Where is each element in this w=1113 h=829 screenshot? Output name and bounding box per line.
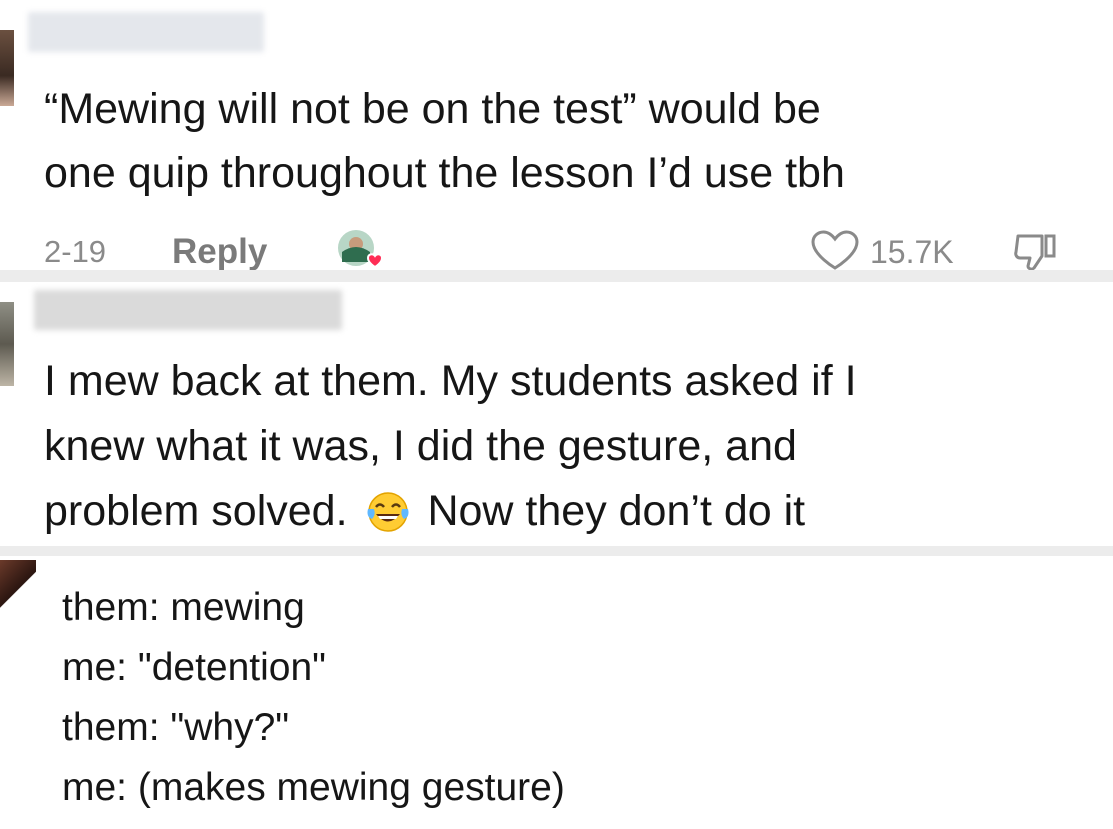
avatar[interactable]: [0, 560, 36, 610]
comment-text-line: problem solved. Now they don’t do it: [44, 490, 805, 533]
username-redacted[interactable]: [28, 12, 264, 52]
comment-text-line: them: mewing: [62, 586, 305, 629]
comment-divider: [0, 270, 1113, 282]
thumbs-down-icon: [1014, 234, 1056, 271]
comment-date: 2-19: [44, 234, 107, 269]
reply-button[interactable]: Reply: [172, 234, 267, 269]
comment-text-line: I mew back at them. My students asked if…: [44, 357, 857, 405]
avatar[interactable]: [0, 30, 14, 106]
comment-text-line: “Mewing will not be on the test” would b…: [44, 85, 821, 133]
comment-text-segment: problem solved.: [44, 487, 348, 535]
like-button[interactable]: 15.7K: [808, 230, 968, 272]
comment-divider: [0, 546, 1113, 556]
like-count: 15.7K: [870, 234, 954, 270]
comment-text-line: knew what it was, I did the gesture, and: [44, 422, 797, 470]
comment-text-line: them: "why?": [62, 706, 290, 749]
liked-by-creator-icon: [336, 228, 384, 269]
comment-text-line: me: "detention": [62, 646, 327, 689]
tears-of-joy-emoji-icon: [367, 492, 408, 532]
dislike-button[interactable]: [1012, 232, 1062, 272]
comment-text-line: one quip throughout the lesson I’d use t…: [44, 149, 845, 197]
comment-text-line: me: (makes mewing gesture): [62, 766, 565, 809]
avatar[interactable]: [0, 302, 14, 386]
username-redacted[interactable]: [34, 290, 342, 330]
comment-text-segment: Now they don’t do it: [427, 487, 806, 535]
heart-icon: [811, 230, 859, 270]
creator-liked-avatar: [332, 228, 392, 272]
